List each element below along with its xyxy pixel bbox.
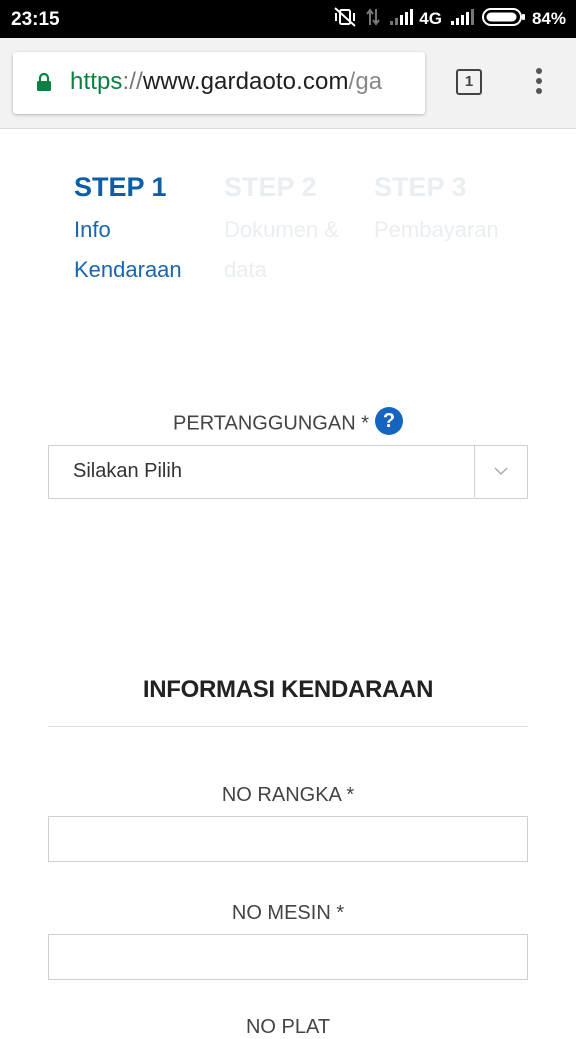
tab-switcher-button[interactable]: 1 (456, 69, 482, 95)
section-title: INFORMASI KENDARAAN (142, 676, 434, 703)
status-bar: 23:15 4G 84% (0, 0, 576, 38)
plate-number-label: NO PLAT (245, 1016, 331, 1038)
chevron-down-icon[interactable] (474, 446, 527, 497)
lock-icon (36, 72, 52, 97)
engine-number-input[interactable] (48, 934, 528, 980)
data-arrows-icon (365, 7, 381, 32)
coverage-select[interactable]: Silakan Pilih (48, 445, 528, 499)
engine-number-label: NO MESIN * (231, 902, 345, 924)
battery-icon (481, 7, 526, 32)
section-divider (48, 726, 528, 727)
chassis-number-label: NO RANGKA * (221, 784, 355, 806)
network-type: 4G (419, 9, 442, 28)
overflow-menu-icon[interactable] (529, 68, 549, 98)
url-scheme: https (70, 68, 123, 95)
step-title: STEP 1 (74, 172, 167, 202)
url-path: /ga (348, 68, 383, 95)
step-description: Pembayaran (374, 217, 499, 242)
status-time: 23:15 (11, 9, 60, 30)
signal-icon (450, 8, 474, 31)
browser-toolbar: https://www.gardaoto.com/ga 1 (0, 38, 576, 129)
step-2[interactable]: STEP 2 Dokumen & data (224, 168, 339, 290)
status-icons: 4G 84% (325, 6, 566, 32)
url-text[interactable]: https://www.gardaoto.com/ga (70, 68, 382, 96)
step-description: Dokumen & data (224, 217, 339, 282)
coverage-select-value: Silakan Pilih (73, 460, 182, 482)
step-title: STEP 3 (374, 172, 467, 202)
address-bar[interactable]: https://www.gardaoto.com/ga (13, 52, 425, 114)
step-1[interactable]: STEP 1 Info Kendaraan (74, 168, 182, 290)
battery-percent: 84% (531, 9, 566, 28)
url-host: www.gardaoto.com (142, 68, 349, 95)
help-icon[interactable]: ? (374, 407, 403, 435)
step-title: STEP 2 (224, 172, 317, 202)
vibrate-off-icon (333, 6, 357, 32)
chassis-number-input[interactable] (48, 816, 528, 862)
step-description: Info Kendaraan (74, 217, 182, 282)
coverage-label: PERTANGGUNGAN *? (0, 407, 576, 438)
step-3[interactable]: STEP 3 Pembayaran (374, 168, 499, 250)
coverage-label-text: PERTANGGUNGAN * (173, 412, 369, 435)
signal-icon (389, 8, 414, 31)
url-separator: :// (122, 68, 143, 95)
